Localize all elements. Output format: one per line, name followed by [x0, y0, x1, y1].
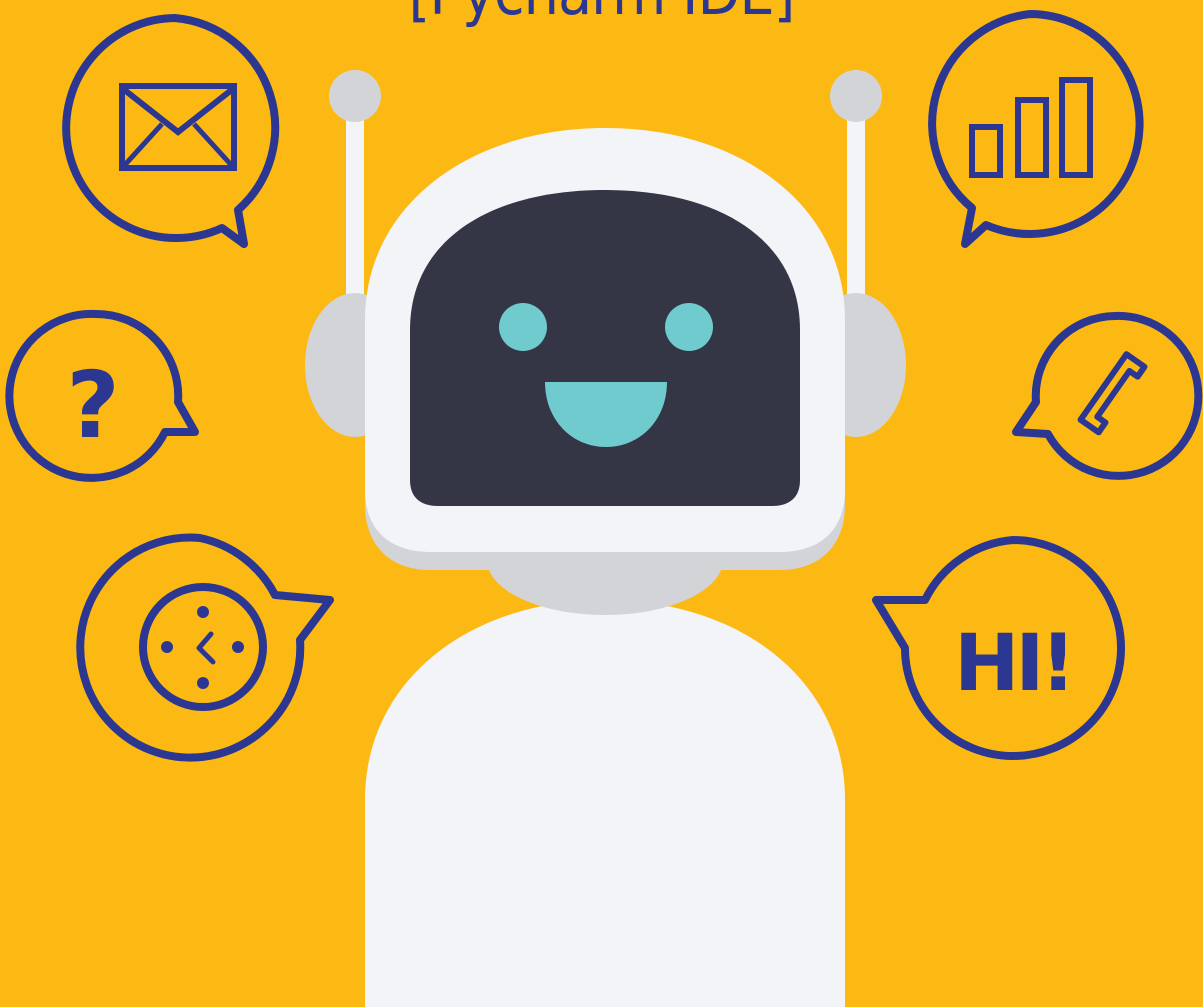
phone-bubble [1012, 311, 1203, 480]
illustration-canvas: ? HI! [5, 10, 1203, 1007]
question-mark: ? [66, 352, 119, 459]
clock-icon [139, 583, 267, 711]
robot-visor [410, 190, 800, 506]
eye-left [499, 303, 547, 351]
signal-bubble [928, 10, 1144, 248]
bar-chart-icon [969, 77, 1093, 178]
eye-right [665, 303, 713, 351]
phone-icon [1077, 351, 1148, 436]
robot-chat-illustration: [Pycharm IDE] [0, 0, 1203, 1007]
robot [305, 70, 906, 1007]
mail-icon [119, 83, 237, 171]
mail-bubble [62, 14, 280, 248]
greeting-bubble: HI! [872, 536, 1125, 760]
robot-body [365, 600, 845, 1007]
question-bubble: ? [5, 309, 199, 482]
clock-bubble [76, 533, 334, 762]
greeting-text: HI! [954, 619, 1072, 709]
